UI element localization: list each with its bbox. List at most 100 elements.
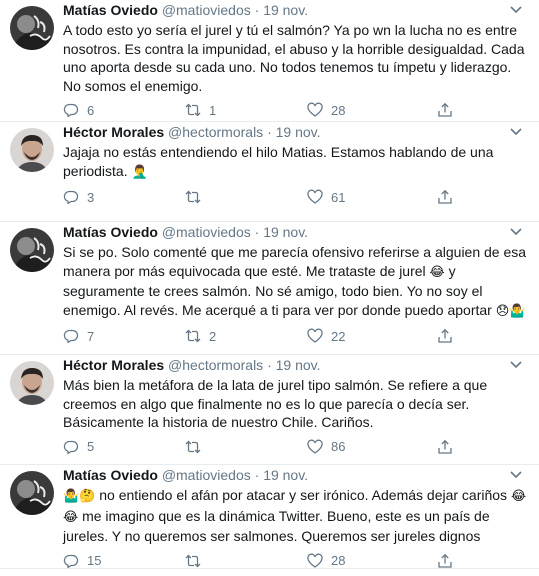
retweet-button[interactable]: 1 (185, 102, 307, 118)
tweet[interactable]: Héctor Morales @hectormorals · 19 nov. J… (0, 122, 539, 222)
like-button[interactable]: 61 (307, 189, 437, 205)
tweet-text: A todo esto yo sería el jurel y tú el sa… (63, 22, 525, 94)
like-button[interactable]: 22 (307, 328, 437, 344)
reply-count: 15 (87, 553, 102, 568)
tweet-actions: 7 2 22 (63, 321, 527, 351)
tweet[interactable]: Matías Oviedo @matioviedos · 19 nov. Si … (0, 222, 539, 355)
reply-count: 3 (87, 189, 95, 205)
retweet-button[interactable] (185, 439, 307, 455)
retweet-count: 2 (209, 328, 217, 344)
tweet-text: 🤷‍♂️🤔 no entiendo el afán por atacar y s… (63, 486, 527, 546)
like-button[interactable]: 28 (307, 102, 437, 118)
retweet-icon (185, 103, 201, 117)
heart-icon (307, 189, 323, 204)
chevron-down-icon[interactable] (509, 126, 523, 138)
like-button[interactable]: 86 (307, 439, 437, 455)
avatar[interactable] (10, 128, 54, 172)
tweet-text: Si se po. Solo comenté que me parecía of… (63, 243, 527, 321)
timestamp[interactable]: 19 nov. (276, 124, 321, 140)
avatar[interactable] (10, 6, 54, 50)
retweet-icon (185, 440, 201, 453)
separator-dot: · (267, 357, 272, 373)
user-name[interactable]: Matías Oviedo (63, 224, 158, 240)
tweet-actions: 6 1 28 (63, 95, 527, 125)
share-icon (438, 328, 452, 343)
emoji: 🤷‍♂️🤔 (63, 489, 96, 504)
like-count: 28 (331, 102, 346, 118)
reply-icon (63, 190, 79, 205)
user-name[interactable]: Héctor Morales (63, 124, 164, 140)
timestamp[interactable]: 19 nov. (263, 224, 308, 240)
tweet-header: Matías Oviedo @matioviedos · 19 nov. (63, 0, 527, 19)
user-name[interactable]: Héctor Morales (63, 357, 164, 373)
reply-icon (63, 554, 79, 568)
user-handle[interactable]: @hectormorals (168, 357, 263, 373)
user-handle[interactable]: @hectormorals (168, 124, 263, 140)
separator-dot: · (254, 224, 260, 240)
user-name[interactable]: Matías Oviedo (63, 2, 158, 18)
share-button[interactable] (437, 328, 453, 344)
retweet-count: 1 (209, 102, 217, 118)
share-button[interactable] (437, 439, 453, 455)
retweet-icon (185, 190, 201, 204)
chevron-down-icon[interactable] (509, 226, 523, 238)
tweet-header: Matías Oviedo @matioviedos · 19 nov. (63, 465, 527, 484)
separator-dot: · (267, 124, 272, 140)
tweet[interactable]: Héctor Morales @hectormorals · 19 nov. M… (0, 355, 539, 465)
share-icon (438, 189, 452, 204)
tweet-text-part: no entiendo el afán por atacar y ser iró… (99, 487, 508, 503)
reply-icon (63, 103, 79, 118)
share-icon (438, 553, 452, 568)
timestamp[interactable]: 19 nov. (263, 2, 308, 18)
chevron-down-icon[interactable] (509, 469, 523, 481)
retweet-icon (185, 554, 201, 567)
avatar[interactable] (10, 228, 54, 272)
reply-icon (63, 329, 79, 344)
tweet[interactable]: Matías Oviedo @matioviedos · 19 nov. 🤷‍♂… (0, 465, 539, 569)
retweet-icon (185, 329, 201, 343)
reply-button[interactable]: 7 (63, 328, 185, 344)
tweet-thread: Matías Oviedo @matioviedos · 19 nov. A t… (0, 0, 539, 569)
chevron-down-icon[interactable] (509, 359, 523, 371)
separator-dot: · (254, 467, 260, 483)
tweet-header: Matías Oviedo @matioviedos · 19 nov. (63, 222, 527, 241)
reply-button[interactable]: 15 (63, 553, 185, 569)
like-button[interactable]: 28 (307, 553, 437, 569)
user-handle[interactable]: @matioviedos (162, 224, 251, 240)
retweet-button[interactable] (185, 189, 307, 205)
avatar[interactable] (10, 471, 54, 515)
avatar[interactable] (10, 361, 54, 405)
retweet-button[interactable]: 2 (185, 328, 307, 344)
heart-icon (307, 328, 323, 343)
share-icon (438, 439, 452, 454)
share-button[interactable] (437, 553, 453, 569)
chevron-down-icon[interactable] (509, 4, 523, 16)
reply-count: 5 (87, 439, 95, 454)
user-handle[interactable]: @matioviedos (162, 2, 251, 18)
reply-button[interactable]: 6 (63, 102, 185, 118)
tweet-header: Héctor Morales @hectormorals · 19 nov. (63, 122, 527, 141)
tweet[interactable]: Matías Oviedo @matioviedos · 19 nov. A t… (0, 0, 539, 122)
reply-button[interactable]: 5 (63, 439, 185, 455)
tweet-text: Jajaja no estás entendiendo el hilo Mati… (63, 143, 527, 182)
reply-button[interactable]: 3 (63, 189, 185, 205)
tweet-header: Héctor Morales @hectormorals · 19 nov. (63, 355, 527, 374)
tweet-actions: 5 86 (63, 432, 527, 462)
like-count: 22 (331, 328, 346, 344)
timestamp[interactable]: 19 nov. (276, 357, 321, 373)
user-name[interactable]: Matías Oviedo (63, 467, 158, 483)
tweet-text: Más bien la metáfora de la lata de jurel… (63, 377, 488, 430)
timestamp[interactable]: 19 nov. (263, 467, 308, 483)
reply-count: 7 (87, 328, 95, 344)
retweet-button[interactable] (185, 553, 307, 569)
share-button[interactable] (437, 189, 453, 205)
share-button[interactable] (437, 102, 453, 118)
like-count: 28 (331, 553, 346, 568)
tweet-actions: 3 61 (63, 182, 527, 212)
user-handle[interactable]: @matioviedos (162, 467, 251, 483)
heart-icon (307, 102, 323, 117)
reply-count: 6 (87, 102, 95, 118)
tweet-actions: 15 28 (63, 546, 527, 576)
tweet-text-part: Si se po. Solo comenté que me parecía of… (63, 244, 527, 279)
tweet-text-content: Jajaja no estás entendiendo el hilo Mati… (63, 144, 494, 179)
